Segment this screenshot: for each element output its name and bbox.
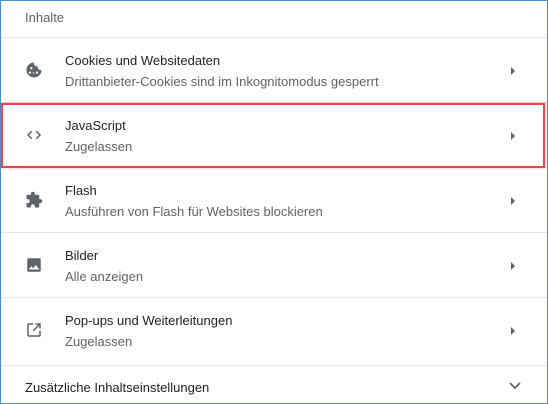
row-subtitle: Ausführen von Flash für Websites blockie… xyxy=(65,204,323,219)
chevron-right-icon xyxy=(511,327,515,335)
row-subtitle: Zugelassen xyxy=(65,334,133,349)
row-title: Bilder xyxy=(65,248,99,263)
row-subtitle: Alle anzeigen xyxy=(65,269,144,284)
row-title: JavaScript xyxy=(65,118,126,133)
settings-row-cookies[interactable]: Cookies und Websitedaten Drittanbieter-C… xyxy=(1,37,547,103)
row-subtitle: Zugelassen xyxy=(65,139,133,154)
chevron-right-icon xyxy=(511,197,515,205)
settings-row-images[interactable]: Bilder Alle anzeigen xyxy=(1,232,547,298)
chevron-right-icon xyxy=(511,67,515,75)
settings-row-flash[interactable]: Flash Ausführen von Flash für Websites b… xyxy=(1,167,547,233)
settings-row-javascript[interactable]: JavaScript Zugelassen xyxy=(1,102,547,168)
chevron-right-icon xyxy=(511,132,515,140)
code-icon xyxy=(24,125,44,145)
chevron-right-icon xyxy=(511,262,515,270)
image-icon xyxy=(24,255,44,275)
chevron-down-icon xyxy=(509,382,521,390)
puzzle-icon xyxy=(24,190,44,210)
settings-row-popups[interactable]: Pop-ups und Weiterleitungen Zugelassen xyxy=(1,297,547,363)
row-title: Flash xyxy=(65,183,97,198)
row-title: Pop-ups und Weiterleitungen xyxy=(65,313,233,328)
open-in-new-icon xyxy=(24,320,44,340)
row-subtitle: Drittanbieter-Cookies sind im Inkognitom… xyxy=(65,74,379,89)
cookie-icon xyxy=(24,60,44,80)
content-settings-panel: Inhalte Cookies und Websitedaten Drittan… xyxy=(0,0,548,404)
additional-content-settings-label: Zusätzliche Inhaltseinstellungen xyxy=(25,380,210,395)
additional-content-settings-toggle[interactable]: Zusätzliche Inhaltseinstellungen xyxy=(1,365,547,403)
row-title: Cookies und Websitedaten xyxy=(65,53,221,68)
section-title: Inhalte xyxy=(25,10,65,25)
